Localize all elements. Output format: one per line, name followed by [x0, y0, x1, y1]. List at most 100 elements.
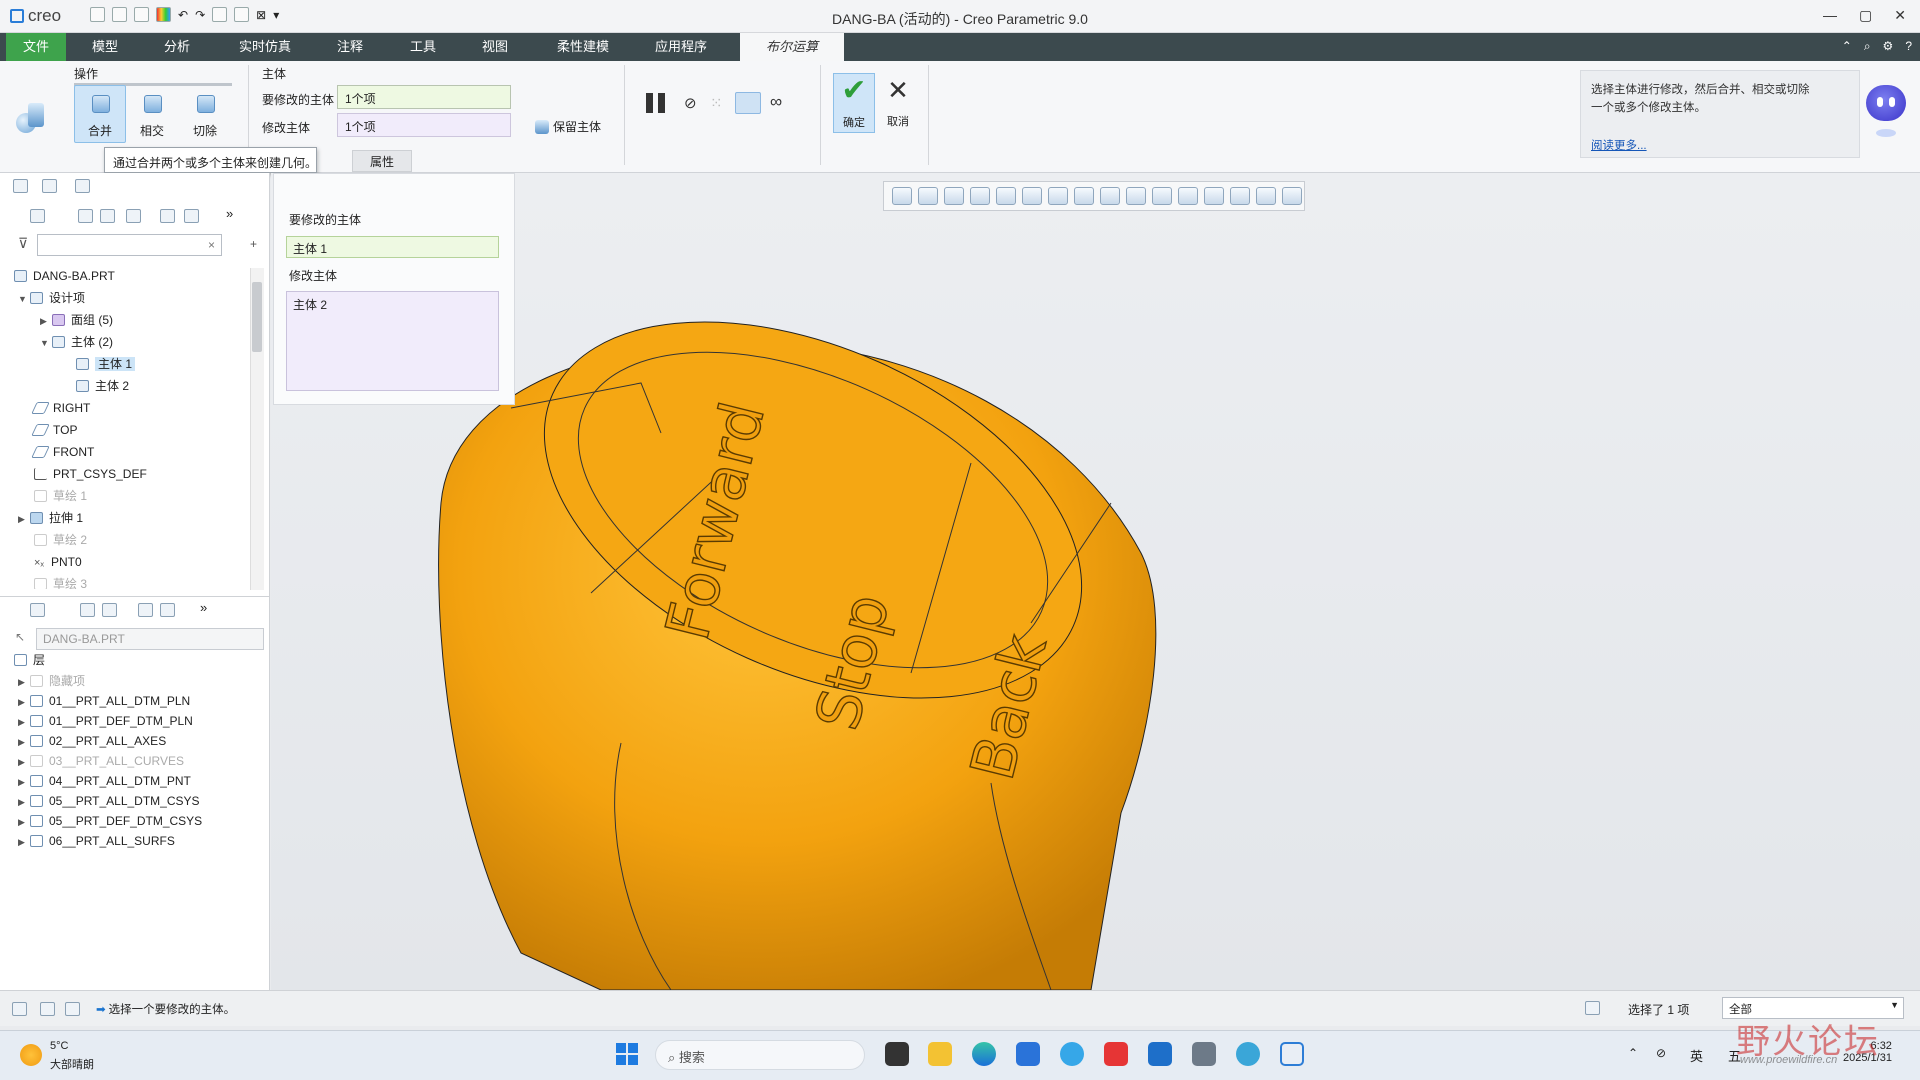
expand-arrow-icon[interactable]: ▶ — [40, 310, 52, 332]
calculator-icon[interactable] — [1192, 1042, 1216, 1066]
graphics-area[interactable]: Forward Stop Back — [271, 173, 1920, 990]
task-view-icon[interactable] — [885, 1042, 909, 1066]
favorites-tab-icon[interactable] — [75, 179, 90, 193]
assistant-robot[interactable] — [1866, 67, 1906, 157]
zoom-out-icon[interactable] — [944, 187, 964, 205]
more-chevron-icon[interactable]: » — [226, 206, 233, 221]
annotation-display-icon[interactable] — [1152, 187, 1172, 205]
tree-extrude-1[interactable]: ▶ 拉伸 1 — [18, 507, 83, 529]
merge-button[interactable]: 合并 — [74, 85, 126, 143]
tree-sketch-3[interactable]: 草绘 3 — [34, 573, 87, 589]
tree-body-2[interactable]: 主体 2 — [76, 375, 129, 397]
tree-columns-icon[interactable] — [126, 209, 141, 223]
spin-center-icon[interactable] — [1178, 187, 1198, 205]
toggle-navigator-icon[interactable] — [12, 1002, 27, 1016]
creo-taskbar-icon[interactable] — [1280, 1042, 1304, 1066]
help-icon[interactable]: ? — [1905, 39, 1912, 54]
tab-boolean-operations[interactable]: 布尔运算 — [740, 33, 844, 61]
tree-body-1[interactable]: 主体 1 — [76, 353, 136, 375]
tree-csys[interactable]: PRT_CSYS_DEF — [34, 463, 147, 485]
expand-arrow-icon[interactable]: ▶ — [18, 508, 30, 530]
tree-design-items[interactable]: ▼ 设计项 — [18, 287, 85, 309]
tab-model[interactable]: 模型 — [80, 33, 130, 61]
collapse-ribbon-icon[interactable]: ⌃ — [1842, 39, 1852, 54]
edge-browser-icon[interactable] — [972, 1042, 996, 1066]
add-filter-icon[interactable]: + — [250, 237, 257, 251]
toggle-browser-icon[interactable] — [40, 1002, 55, 1016]
csys-display-icon[interactable] — [1230, 187, 1250, 205]
app-icon[interactable] — [1016, 1042, 1040, 1066]
layer-model-select[interactable]: DANG-BA.PRT — [36, 628, 264, 650]
layer-expand-icon[interactable] — [80, 603, 95, 617]
smart-filter-icon[interactable] — [1585, 1001, 1600, 1015]
glasses-icon[interactable]: ∞ — [770, 92, 782, 112]
tab-properties[interactable]: 属性 — [352, 150, 412, 172]
tray-chevron-icon[interactable]: ⌃ — [1628, 1046, 1638, 1060]
layer-item[interactable]: ▶ 05__PRT_ALL_DTM_CSYS — [18, 790, 200, 812]
panel-body-to-modify-field[interactable]: 主体 1 — [286, 236, 499, 258]
read-more-link[interactable]: 阅读更多... — [1591, 137, 1647, 155]
weather-icon[interactable] — [20, 1044, 42, 1066]
keep-body-option[interactable]: 保留主体 — [535, 118, 601, 135]
weather-desc[interactable]: 大部晴朗 — [50, 1056, 94, 1072]
layer-item[interactable]: ▶ 01__PRT_DEF_DTM_PLN — [18, 710, 193, 732]
tree-filter-icon[interactable] — [160, 209, 175, 223]
windows-start-icon[interactable] — [616, 1043, 638, 1065]
no-preview-icon[interactable]: ⊘ — [684, 94, 697, 112]
input-language[interactable]: 英 — [1690, 1046, 1703, 1065]
panel-modifying-body-list[interactable]: 主体 2 — [286, 291, 499, 391]
folder-browser-tab-icon[interactable] — [42, 179, 57, 193]
close-button[interactable]: ✕ — [1894, 7, 1906, 24]
tree-bodies[interactable]: ▼ 主体 (2) — [40, 331, 113, 353]
tree-scrollbar-thumb[interactable] — [252, 282, 262, 352]
file-explorer-icon[interactable] — [928, 1042, 952, 1066]
pause-animation-icon[interactable] — [1256, 187, 1276, 205]
layer-display-icon[interactable] — [30, 603, 45, 617]
layer-item[interactable]: ▶ 05__PRT_DEF_DTM_CSYS — [18, 810, 202, 832]
tab-annotate[interactable]: 注释 — [325, 33, 375, 61]
tree-plane-right[interactable]: RIGHT — [31, 397, 90, 419]
tree-plane-top[interactable]: TOP — [31, 419, 77, 441]
tree-search-input[interactable] — [37, 234, 222, 256]
tab-analysis[interactable]: 分析 — [152, 33, 202, 61]
tab-view[interactable]: 视图 — [470, 33, 520, 61]
zoom-in-icon[interactable] — [918, 187, 938, 205]
layer-item[interactable]: ▶ 06__PRT_ALL_SURFS — [18, 830, 175, 852]
expand-arrow-icon[interactable]: ▶ — [18, 831, 30, 853]
pan-zoom-icon[interactable] — [996, 187, 1016, 205]
tab-tools[interactable]: 工具 — [398, 33, 448, 61]
layer-item[interactable]: ▶ 03__PRT_ALL_CURVES — [18, 750, 184, 772]
model-tree-tab-icon[interactable] — [13, 179, 28, 193]
point-display-icon[interactable] — [1204, 187, 1224, 205]
tree-sketch-1[interactable]: 草绘 1 — [34, 485, 87, 507]
datum-display-icon[interactable] — [1126, 187, 1146, 205]
verify-geometry-icon[interactable]: ⁙ — [710, 94, 723, 112]
cancel-button[interactable]: ✕ 取消 — [880, 73, 916, 133]
minimize-button[interactable]: — — [1823, 7, 1837, 24]
wps-icon[interactable] — [1104, 1042, 1128, 1066]
layer-show-icon[interactable] — [138, 603, 153, 617]
weather-temp[interactable]: 5°C — [50, 1040, 68, 1052]
layer-item[interactable]: ▶ 01__PRT_ALL_DTM_PLN — [18, 690, 190, 712]
layers-root[interactable]: 层 — [14, 649, 45, 671]
layer-hide-icon[interactable] — [160, 603, 175, 617]
modifying-body-collector[interactable]: 1个项 — [337, 113, 511, 137]
app-icon[interactable] — [1060, 1042, 1084, 1066]
body-to-modify-collector[interactable]: 1个项 — [337, 85, 511, 109]
tree-expand-icon[interactable] — [78, 209, 93, 223]
perspective-icon[interactable] — [1100, 187, 1120, 205]
tree-sketch-2[interactable]: 草绘 2 — [34, 529, 87, 551]
tree-plane-front[interactable]: FRONT — [31, 441, 94, 463]
tree-settings-icon[interactable] — [184, 209, 199, 223]
preview-geometry-icon[interactable] — [735, 92, 761, 114]
select-pointer-icon[interactable]: ↖ — [15, 630, 25, 644]
maximize-button[interactable]: ▢ — [1859, 7, 1872, 24]
layer-collapse-icon[interactable] — [102, 603, 117, 617]
taskbar-search[interactable]: ⌕ 搜索 — [655, 1040, 865, 1070]
repaint-icon[interactable] — [970, 187, 990, 205]
tree-pnt0[interactable]: ×ₓ PNT0 — [34, 551, 82, 573]
outlook-icon[interactable] — [1148, 1042, 1172, 1066]
expand-arrow-icon[interactable]: ▼ — [18, 288, 30, 310]
app-icon[interactable] — [1236, 1042, 1260, 1066]
search-icon[interactable]: ⌕ — [1864, 39, 1871, 54]
